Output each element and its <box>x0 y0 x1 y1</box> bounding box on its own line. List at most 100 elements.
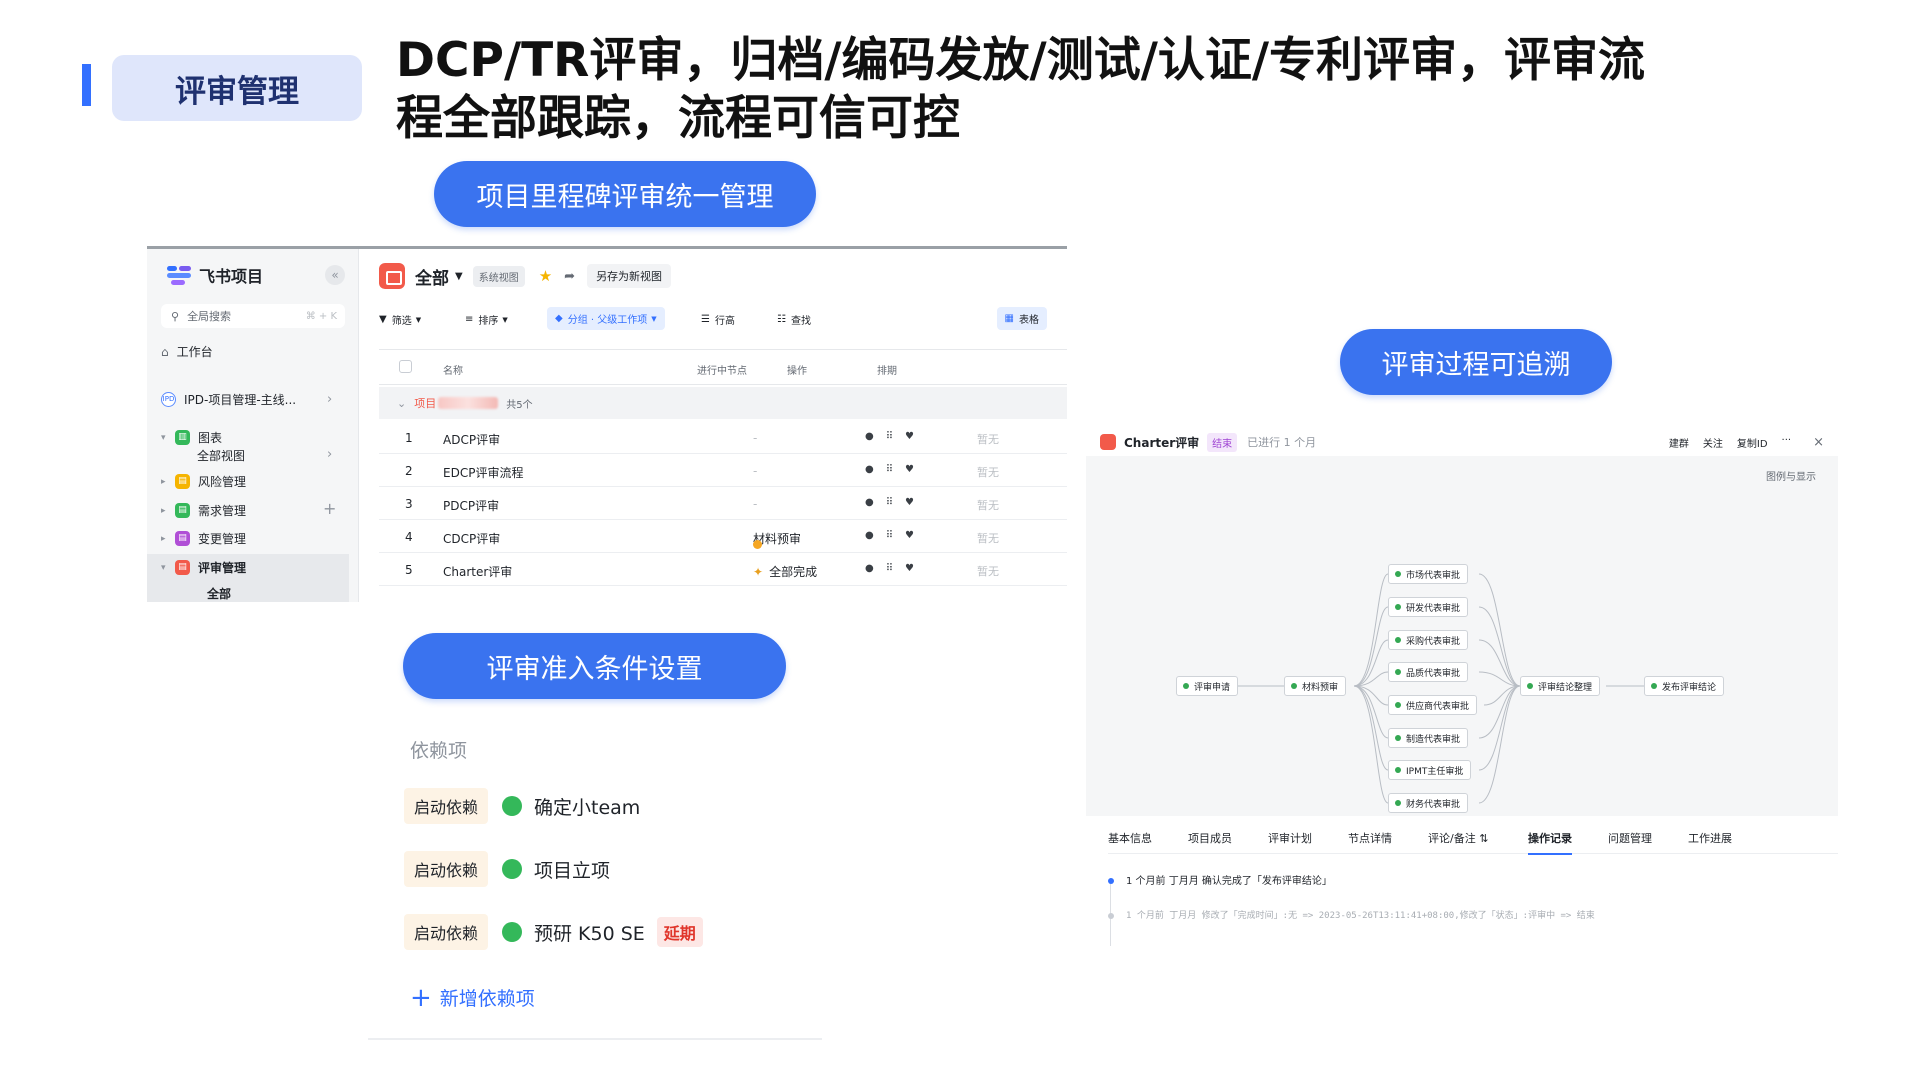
dependency-item[interactable]: 启动依赖 预研 K50 SE 延期 <box>404 914 703 950</box>
add-dependency-button[interactable]: + 新增依赖项 <box>410 984 535 1011</box>
sidebar-item-all[interactable]: 全部 <box>207 585 231 602</box>
sort-button[interactable]: ≡ 排序 ▼ <box>465 312 508 327</box>
node-label: 财务代表审批 <box>1406 799 1461 810</box>
tab-comments[interactable]: 评论/备注 ⇅ <box>1428 830 1488 846</box>
sidebar-item-change[interactable]: ▸ ▤ 变更管理 <box>161 530 246 547</box>
sidebar-item-label: 风险管理 <box>198 475 247 489</box>
table-row[interactable]: 5 Charter评审 ✦ 全部完成 ●⠿♥ 暂无 <box>379 553 1067 586</box>
flow-canvas[interactable]: 图例与显示 评审申请 材料预审 市场代表审批 研发代表审批 采购代表审批 品质代… <box>1086 456 1838 816</box>
slide-headline: DCP/TR评审，归档/编码发放/测试/认证/专利评审，评审流 程全部跟踪，流程… <box>396 32 1726 148</box>
tab-node-detail[interactable]: 节点详情 <box>1348 830 1392 846</box>
sidebar-item-project[interactable]: IPD IPD-项目管理-主线... <box>161 391 296 408</box>
row-actions[interactable]: ●⠿♥ <box>865 530 926 541</box>
table-row[interactable]: 3 PDCP评审 - ●⠿♥ 暂无 <box>379 487 1067 520</box>
row-name[interactable]: PDCP评审 <box>443 497 499 514</box>
row-name[interactable]: ADCP评审 <box>443 431 500 448</box>
dependency-name[interactable]: 确定小team <box>534 793 640 820</box>
row-name[interactable]: CDCP评审 <box>443 530 500 547</box>
column-header[interactable]: 名称 <box>443 362 463 377</box>
dependency-item[interactable]: 启动依赖 项目立项 <box>404 851 610 887</box>
view-title[interactable]: 全部 <box>415 264 449 289</box>
row-actions[interactable]: ●⠿♥ <box>865 464 926 475</box>
table-row[interactable]: 2 EDCP评审流程 - ●⠿♥ 暂无 <box>379 454 1067 487</box>
delay-badge: 延期 <box>656 917 703 947</box>
row-actions[interactable]: ●⠿♥ <box>865 431 926 442</box>
row-actions[interactable]: ●⠿♥ <box>865 563 926 574</box>
create-group-button[interactable]: 建群 <box>1669 435 1689 450</box>
table-row[interactable]: 1 ADCP评审 - ●⠿♥ 暂无 <box>379 421 1067 454</box>
tab-basic-info[interactable]: 基本信息 <box>1108 830 1152 846</box>
sidebar-item-chart[interactable]: ▾ ▥ 图表 <box>161 429 222 446</box>
row-name[interactable]: Charter评审 <box>443 563 512 580</box>
dependency-name[interactable]: 预研 K50 SE <box>534 919 645 946</box>
flow-node-start[interactable]: 评审申请 <box>1176 676 1239 696</box>
feishu-project-icon <box>167 266 191 285</box>
flow-node-pre-review[interactable]: 材料预审 <box>1284 676 1347 696</box>
flow-node-approval[interactable]: 研发代表审批 <box>1388 597 1469 617</box>
node-label: 发布评审结论 <box>1662 682 1717 693</box>
flow-node-summary[interactable]: 评审结论整理 <box>1520 676 1601 696</box>
dependency-item[interactable]: 启动依赖 确定小team <box>404 788 640 824</box>
risk-icon: ▤ <box>175 474 190 489</box>
dependency-name[interactable]: 项目立项 <box>534 856 610 883</box>
add-icon[interactable]: + <box>323 499 336 518</box>
tab-issues[interactable]: 问题管理 <box>1608 830 1652 846</box>
find-icon: ☷ <box>777 314 786 325</box>
sidebar: 飞书项目 « ⚲ 全局搜索 ⌘ + K ⌂ 工作台 IPD IPD-项目管理-主… <box>147 249 359 602</box>
row-height-button[interactable]: ☰ 行高 <box>701 312 735 327</box>
column-header[interactable]: 排期 <box>877 362 897 377</box>
column-header[interactable]: 操作 <box>787 362 807 377</box>
sidebar-item-workspace[interactable]: ⌂ 工作台 <box>161 343 213 360</box>
node-label: 制造代表审批 <box>1406 734 1461 745</box>
sidebar-item-review[interactable]: ▾ ▤ 评审管理 <box>161 559 246 576</box>
collapse-sidebar-icon[interactable]: « <box>325 265 345 285</box>
flow-node-publish[interactable]: 发布评审结论 <box>1644 676 1725 696</box>
sidebar-item-label: 全部视图 <box>197 449 246 463</box>
search-label: 全局搜索 <box>187 310 232 323</box>
select-all-checkbox[interactable] <box>399 360 412 373</box>
tab-operation-log[interactable]: 操作记录 <box>1528 830 1572 855</box>
flow-node-approval[interactable]: 供应商代表审批 <box>1388 695 1478 715</box>
follow-button[interactable]: 关注 <box>1703 435 1723 450</box>
column-header[interactable]: 进行中节点 <box>697 362 747 377</box>
share-icon[interactable]: ➦ <box>564 269 575 284</box>
group-row[interactable]: ⌄ 项目 共5个 <box>379 387 1067 419</box>
list-main: 全部 ▼ 系统视图 ★ ➦ 另存为新视图 ▼ 筛选 ▼ ≡ 排序 ▼ ◆ 分组 · 父级工… <box>359 249 1067 602</box>
find-button[interactable]: ☷ 查找 <box>777 312 811 327</box>
dependency-type-tag: 启动依赖 <box>404 914 489 950</box>
node-label: 研发代表审批 <box>1406 603 1461 614</box>
sidebar-item-risk[interactable]: ▸ ▤ 风险管理 <box>161 473 246 490</box>
save-as-view-button[interactable]: 另存为新视图 <box>587 264 672 288</box>
tab-review-plan[interactable]: 评审计划 <box>1268 830 1312 846</box>
caret-right-icon: ▸ <box>161 533 166 544</box>
row-name[interactable]: EDCP评审流程 <box>443 464 523 481</box>
copy-id-button[interactable]: 复制ID <box>1737 435 1768 450</box>
more-icon[interactable]: ··· <box>1782 435 1792 450</box>
tab-members[interactable]: 项目成员 <box>1188 830 1232 846</box>
table-row[interactable]: 4 CDCP评审 材料预审 ●⠿♥ 暂无 <box>379 520 1067 553</box>
row-number: 5 <box>405 563 413 577</box>
global-search[interactable]: ⚲ 全局搜索 ⌘ + K <box>161 304 345 328</box>
flow-node-approval[interactable]: 采购代表审批 <box>1388 630 1469 650</box>
tab-progress[interactable]: 工作进展 <box>1688 830 1732 846</box>
filter-button[interactable]: ▼ 筛选 ▼ <box>379 312 421 327</box>
flow-node-approval[interactable]: 市场代表审批 <box>1388 564 1469 584</box>
flow-header: Charter评审 结束 已进行 1 个月 建群 关注 复制ID ··· × <box>1100 428 1824 456</box>
flow-node-approval[interactable]: 制造代表审批 <box>1388 728 1469 748</box>
group-button[interactable]: ◆ 分组 · 父级工作项 ▼ <box>547 307 665 330</box>
chevron-down-icon[interactable]: ▼ <box>455 271 463 282</box>
party-icon: ✦ <box>753 565 764 579</box>
flow-node-approval[interactable]: IPMT主任审批 <box>1388 760 1472 780</box>
flow-node-approval[interactable]: 品质代表审批 <box>1388 662 1469 682</box>
flow-node-approval[interactable]: 财务代表审批 <box>1388 793 1469 813</box>
sidebar-item-all-views[interactable]: 全部视图 <box>197 447 245 464</box>
home-icon: ⌂ <box>161 344 169 359</box>
dependencies-screenshot: 依赖项 启动依赖 确定小team 启动依赖 项目立项 启动依赖 预研 K50 S… <box>368 716 822 1040</box>
close-icon[interactable]: × <box>1813 435 1824 450</box>
sidebar-item-label: 需求管理 <box>198 504 247 518</box>
star-icon[interactable]: ★ <box>539 267 552 285</box>
sidebar-item-label: 全部 <box>207 587 232 601</box>
row-actions[interactable]: ●⠿♥ <box>865 497 926 508</box>
sidebar-item-requirement[interactable]: ▸ ▤ 需求管理 <box>161 502 246 519</box>
table-view-button[interactable]: ▦ 表格 <box>996 307 1047 330</box>
